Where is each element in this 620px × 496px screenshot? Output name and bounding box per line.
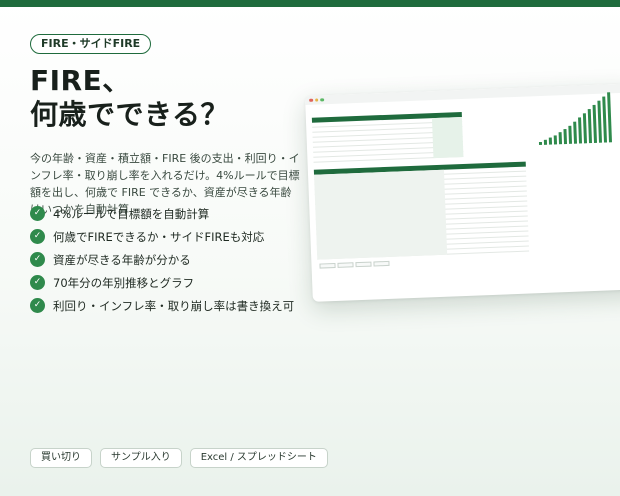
window-dot-icon <box>309 98 313 103</box>
yearly-table <box>313 161 530 260</box>
feature-label: 4%ルールで目標額を自動計算 <box>53 206 210 221</box>
top-accent-bar <box>0 0 620 7</box>
window-dot-icon <box>320 98 324 102</box>
sheet-tabs <box>319 260 391 269</box>
feature-list: ✓ 4%ルールで目標額を自動計算 ✓ 何歳でFIREできるか・サイドFIREも対応 … <box>30 202 310 317</box>
feature-item: ✓ 70年分の年別推移とグラフ <box>30 271 310 294</box>
check-circle-icon: ✓ <box>30 252 45 267</box>
headline: FIRE、 何歳でできる？ <box>30 64 300 132</box>
bottom-pill-row: 買い切り サンプル入り Excel / スプレッドシート <box>30 448 336 468</box>
headline-line-1: FIRE、 <box>30 64 131 97</box>
pill-one-time-purchase: 買い切り <box>30 448 92 468</box>
feature-label: 70年分の年別推移とグラフ <box>53 275 195 290</box>
pill-excel-spreadsheet: Excel / スプレッドシート <box>189 448 328 468</box>
input-block <box>311 111 464 163</box>
check-circle-icon: ✓ <box>30 229 45 244</box>
growth-chart <box>531 89 620 153</box>
feature-label: 何歳でFIREできるか・サイドFIREも対応 <box>53 229 265 244</box>
spreadsheet-preview-image <box>305 83 620 302</box>
feature-item: ✓ 何歳でFIREできるか・サイドFIREも対応 <box>30 225 310 248</box>
headline-line-2: 何歳でできる？ <box>30 98 229 131</box>
check-circle-icon: ✓ <box>30 298 45 313</box>
pill-sample-included: サンプル入り <box>100 448 182 468</box>
feature-label: 利回り・インフレ率・取り崩し率は書き換え可 <box>53 298 295 313</box>
tag-pill: FIRE・サイドFIRE <box>30 34 152 54</box>
feature-label: 資産が尽きる年齢が分かる <box>53 252 191 267</box>
feature-item: ✓ 利回り・インフレ率・取り崩し率は書き換え可 <box>30 294 310 317</box>
check-circle-icon: ✓ <box>30 206 45 221</box>
check-circle-icon: ✓ <box>30 275 45 290</box>
feature-item: ✓ 資産が尽きる年齢が分かる <box>30 248 310 271</box>
window-dot-icon <box>314 98 319 102</box>
feature-item: ✓ 4%ルールで目標額を自動計算 <box>30 202 310 225</box>
